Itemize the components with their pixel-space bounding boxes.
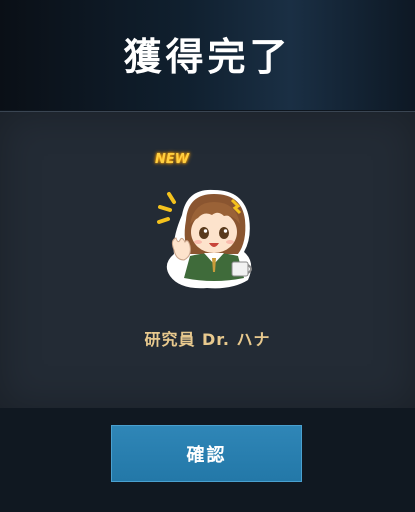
confirm-button[interactable]: 確認	[111, 425, 302, 482]
sparkle-icon	[157, 192, 176, 224]
page-title: 獲得完了	[123, 35, 292, 79]
character-sticker-icon	[157, 189, 252, 289]
reward-screen: 獲得完了 NEW 研究員 Dr. ハナ 確認	[0, 0, 415, 512]
item-name-label: 研究員 Dr. ハナ	[144, 330, 271, 349]
new-badge: NEW	[155, 152, 190, 167]
